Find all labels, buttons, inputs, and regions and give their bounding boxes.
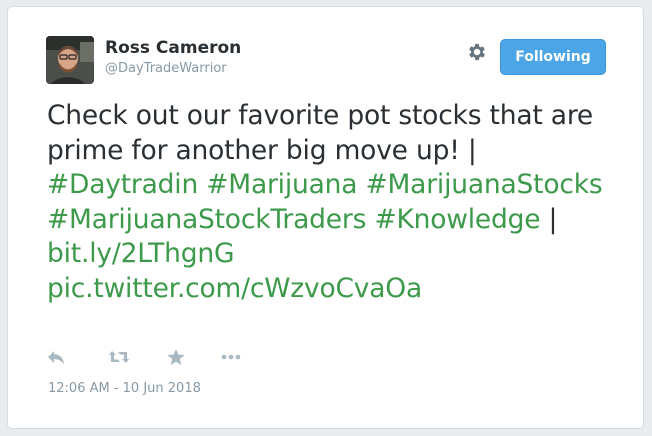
author-name[interactable]: Ross Cameron bbox=[105, 38, 241, 58]
tweet-card: Ross Cameron @DayTradeWarrior Following … bbox=[7, 6, 644, 429]
hashtag-knowledge[interactable]: #Knowledge bbox=[374, 204, 540, 235]
tweet-body-text: Check out our favorite pot stocks that a… bbox=[47, 100, 594, 166]
avatar[interactable] bbox=[46, 36, 94, 84]
hashtag-daytradin[interactable]: #Daytradin bbox=[47, 169, 198, 200]
tweet-timestamp[interactable]: 12:06 AM - 10 Jun 2018 bbox=[48, 381, 201, 396]
reply-icon[interactable] bbox=[46, 348, 68, 368]
hashtag-marijuana[interactable]: #Marijuana bbox=[206, 169, 357, 200]
avatar-photo-icon bbox=[46, 36, 94, 84]
favorite-star-icon[interactable] bbox=[166, 348, 188, 368]
separator-text: | bbox=[540, 203, 558, 235]
more-options-icon[interactable] bbox=[220, 348, 242, 368]
gear-icon[interactable] bbox=[466, 41, 488, 63]
hashtag-marijuanastocktraders[interactable]: #MarijuanaStockTraders bbox=[47, 204, 366, 235]
retweet-icon[interactable] bbox=[108, 348, 130, 368]
bitly-link[interactable]: bit.ly/2LThgnG bbox=[47, 238, 234, 269]
following-button[interactable]: Following bbox=[500, 39, 606, 75]
pic-twitter-link[interactable]: pic.twitter.com/cWzvoCvaOa bbox=[47, 273, 422, 304]
tweet-text: Check out our favorite pot stocks that a… bbox=[47, 99, 617, 306]
author-handle[interactable]: @DayTradeWarrior bbox=[105, 61, 227, 76]
hashtag-marijuanastocks[interactable]: #MarijuanaStocks bbox=[366, 169, 603, 200]
